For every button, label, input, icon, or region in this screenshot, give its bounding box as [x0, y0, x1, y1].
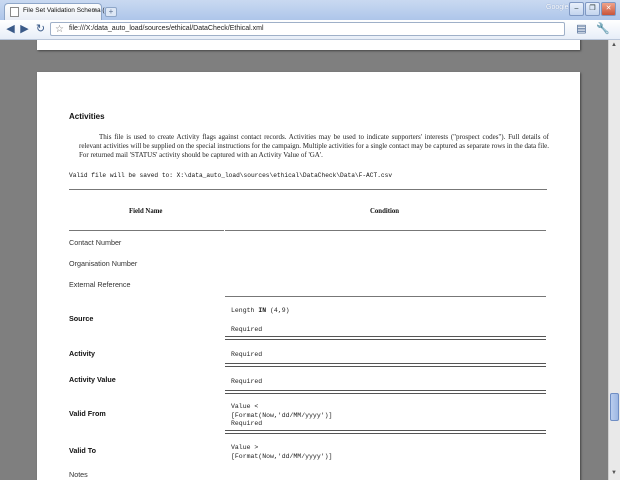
field-valid-to: Valid To [69, 446, 97, 455]
table-top-rule [69, 189, 547, 190]
reload-icon[interactable]: ↻ [34, 23, 47, 36]
header-rule-right [225, 230, 546, 231]
document-icon [10, 7, 19, 17]
row-divider [225, 430, 546, 434]
field-contact-number: Contact Number [69, 238, 122, 247]
in-keyword: IN [258, 307, 267, 314]
browser-toolbar: ◀ ▶ ↻ ☆ file:///X:/data_auto_load/source… [0, 20, 620, 40]
valid-file-path: Valid file will be saved to: X:\data_aut… [69, 172, 393, 179]
condition-activity-value-required: Required [231, 378, 263, 385]
scrollbar-thumb[interactable] [610, 393, 619, 421]
field-external-reference: External Reference [69, 280, 131, 289]
section-title: Activities [69, 112, 105, 121]
row-divider [225, 336, 546, 340]
new-tab-button[interactable]: + [105, 7, 117, 17]
back-arrow-icon[interactable]: ◀ [4, 23, 17, 36]
window-owner-label: Google [546, 4, 569, 11]
vertical-scrollbar[interactable]: ▲ ▼ [608, 40, 620, 480]
header-rule-left [69, 230, 224, 231]
field-activity-value: Activity Value [69, 375, 116, 384]
condition-valid-to: Value > [Format(Now,'dd/MM/yyyy')] [231, 444, 333, 460]
maximize-icon[interactable]: ❐ [585, 2, 600, 16]
star-icon[interactable]: ☆ [55, 23, 64, 36]
scroll-up-icon[interactable]: ▲ [611, 42, 617, 48]
browser-tab[interactable]: File Set Validation Schema ( × [4, 3, 105, 20]
scroll-down-icon[interactable]: ▼ [611, 470, 617, 476]
row-divider [225, 390, 546, 394]
header-field-name: Field Name [129, 208, 163, 215]
length-keyword: Length [231, 307, 255, 314]
page-menu-icon[interactable]: ▤ [575, 23, 588, 36]
previous-page [37, 40, 580, 50]
close-window-icon[interactable]: ✕ [601, 2, 616, 16]
forward-arrow-icon[interactable]: ▶ [18, 23, 31, 36]
wrench-menu-icon[interactable]: 🔧 [596, 23, 610, 36]
tab-close-icon[interactable]: × [92, 6, 97, 15]
intro-paragraph: This file is used to create Activity fla… [79, 133, 549, 159]
field-source: Source [69, 314, 94, 323]
condition-valid-from: Value < [Format(Now,'dd/MM/yyyy')] Requi… [231, 403, 333, 427]
minimize-icon[interactable]: – [569, 2, 584, 16]
window-controls: – ❐ ✕ [569, 2, 616, 16]
condition-source-required: Required [231, 326, 263, 333]
group-rule [225, 296, 546, 297]
field-notes: Notes [69, 470, 88, 479]
address-bar[interactable]: ☆ file:///X:/data_auto_load/sources/ethi… [50, 22, 565, 36]
document-page: Activities This file is used to create A… [37, 72, 580, 480]
window-title-bar: File Set Validation Schema ( × + Google … [0, 0, 620, 21]
field-activity: Activity [69, 349, 95, 358]
document-viewport[interactable]: Activities This file is used to create A… [0, 40, 608, 480]
header-condition: Condition [370, 208, 400, 215]
field-organisation-number: Organisation Number [69, 259, 138, 268]
condition-activity-required: Required [231, 351, 263, 358]
condition-source-length: Length IN (4,9) [231, 307, 290, 316]
address-url[interactable]: file:///X:/data_auto_load/sources/ethica… [69, 25, 264, 32]
row-divider [225, 363, 546, 367]
length-range: (4,9) [270, 307, 290, 314]
field-valid-from: Valid From [69, 409, 106, 418]
